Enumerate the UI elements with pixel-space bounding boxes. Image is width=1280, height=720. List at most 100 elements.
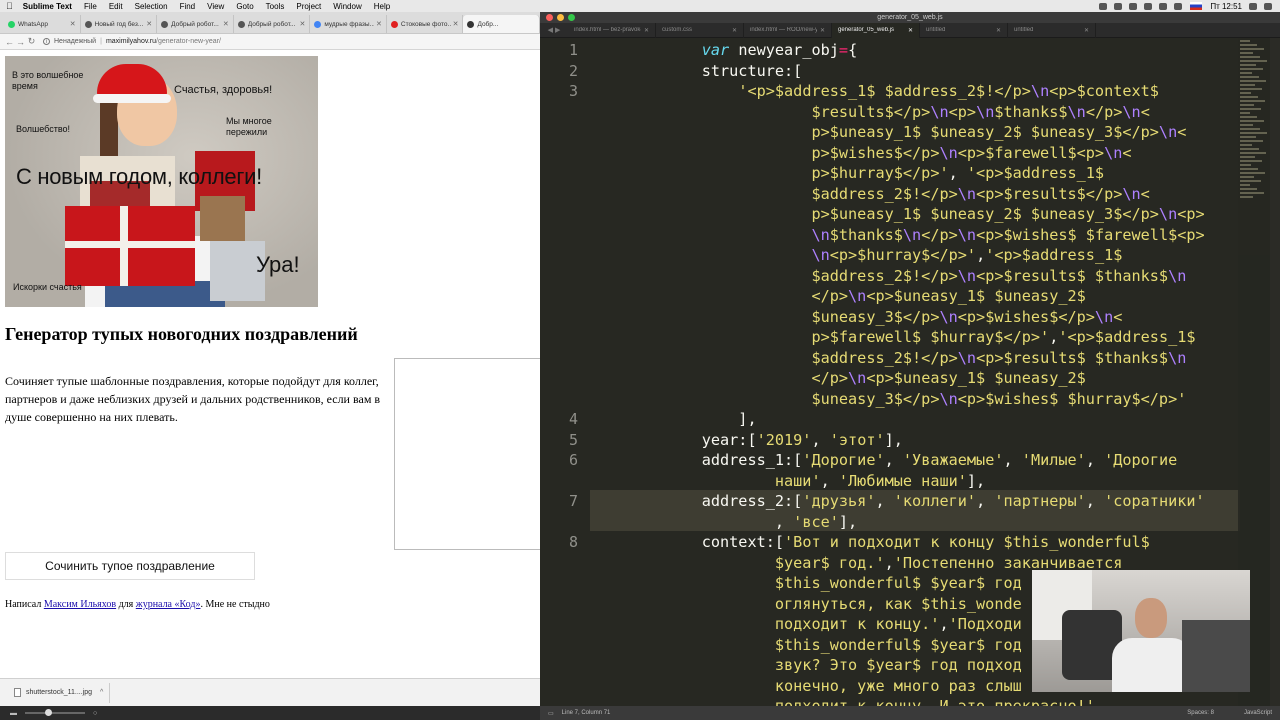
editor-tab-untitled-1[interactable]: untitled ✕ (920, 22, 1008, 38)
battery-icon[interactable] (1174, 2, 1183, 10)
info-icon[interactable]: i (43, 38, 50, 45)
editor-tab-custom-css[interactable]: custom.css ✕ (656, 22, 744, 38)
code-line[interactable]: p>$uneasy_1$ $uneasy_2$ $uneasy_3$</p>\n… (592, 204, 1252, 225)
tab-nav-arrows-icon[interactable]: ◀ ▶ (540, 26, 568, 34)
code-line[interactable]: year:['2019', 'этот'], (592, 430, 1252, 451)
zoom-window-icon[interactable] (568, 14, 575, 21)
code-line[interactable]: \n<p>$hurray$</p>','<p>$address_1$ (592, 245, 1252, 266)
close-icon[interactable]: ✕ (996, 27, 1001, 34)
zoom-out-icon[interactable]: ▬ (10, 710, 17, 717)
close-icon[interactable]: ✕ (732, 27, 737, 34)
chevron-up-icon[interactable]: ^ (100, 689, 103, 696)
code-line[interactable]: '<p>$address_1$ $address_2$!</p>\n<p>$co… (592, 81, 1252, 102)
code-line[interactable]: </p>\n<p>$uneasy_1$ $uneasy_2$ (592, 368, 1252, 389)
code-line[interactable]: $address_2$!</p>\n<p>$results$ $thanks$\… (592, 266, 1252, 287)
journal-link[interactable]: журнала «Код» (136, 599, 201, 610)
code-line[interactable]: p>$uneasy_1$ $uneasy_2$ $uneasy_3$</p>\n… (592, 122, 1252, 143)
close-icon[interactable]: ✕ (299, 20, 305, 28)
author-link[interactable]: Максим Ильяхов (44, 599, 116, 610)
code-line[interactable]: p>$farewell$ $hurray$</p>','<p>$address_… (592, 327, 1252, 348)
close-icon[interactable]: ✕ (820, 27, 825, 34)
minimap-line (1240, 184, 1250, 186)
editor-tab-index-bundle[interactable]: index.html — bez-pravok-bundle/clients-s… (568, 22, 656, 38)
code-line[interactable]: ], (592, 409, 1252, 430)
code-line[interactable]: structure:[ (592, 61, 1252, 82)
editor-tab-generator-js[interactable]: generator_05_web.js ✕ (832, 22, 920, 38)
url-host[interactable]: maximilyahov.ru (106, 38, 156, 45)
code-line[interactable]: , 'все'], (592, 512, 1252, 533)
code-line[interactable]: address_1:['Дорогие', 'Уважаемые', 'Милы… (592, 450, 1252, 471)
close-icon[interactable]: ✕ (146, 20, 152, 28)
bluetooth-icon[interactable] (1129, 2, 1138, 10)
close-icon[interactable]: ✕ (223, 20, 229, 28)
code-line[interactable]: $uneasy_3$</p>\n<p>$wishes$ $hurray$</p>… (592, 389, 1252, 410)
code-line[interactable]: </p>\n<p>$uneasy_1$ $uneasy_2$ (592, 286, 1252, 307)
menu-window[interactable]: Window (333, 2, 361, 11)
apple-icon[interactable]:  (6, 1, 13, 11)
menu-selection[interactable]: Selection (135, 2, 168, 11)
forward-icon[interactable]: → (15, 37, 26, 47)
reload-icon[interactable]: ↻ (26, 36, 37, 47)
notification-center-icon[interactable] (1264, 2, 1272, 10)
tab-favicon-icon (390, 20, 398, 28)
status-panel-icon[interactable]: ▭ (548, 710, 554, 717)
close-icon[interactable]: ✕ (376, 20, 382, 28)
wifi-icon[interactable] (1144, 2, 1153, 10)
menu-help[interactable]: Help (374, 2, 390, 11)
code-token: $this_wonderful$ $year$ год (774, 635, 1022, 654)
code-line[interactable]: $results$</p>\n<p>\n$thanks$\n</p>\n< (592, 102, 1252, 123)
menu-edit[interactable]: Edit (109, 2, 123, 11)
close-icon[interactable]: ✕ (1084, 27, 1089, 34)
code-token: '<p>$address_1$ $address_2$!</p> (738, 82, 1031, 100)
code-line[interactable]: p>$wishes$</p>\n<p>$farewell$<p>\n< (592, 143, 1252, 164)
menu-clock[interactable]: Пт 12:51 (1210, 2, 1242, 11)
menu-view[interactable]: View (207, 2, 224, 11)
menu-goto[interactable]: Goto (236, 2, 253, 11)
back-icon[interactable]: ← (4, 37, 15, 47)
code-line[interactable]: context:['Вот и подходит к концу $this_w… (592, 532, 1252, 553)
search-icon[interactable] (1249, 2, 1257, 10)
editor-tab-index-newyear[interactable]: index.html — ROO/new-year✕ (744, 22, 832, 38)
syntax-setting[interactable]: JavaScript (1244, 710, 1272, 716)
browser-tab-4[interactable]: Добрый робот... ✕ (234, 15, 311, 33)
browser-tab-5[interactable]: мудрые фразы... ✕ (310, 15, 387, 33)
browser-tab-whatsapp[interactable]: WhatsApp ✕ (4, 15, 81, 33)
code-line[interactable]: \n$thanks$\n</p>\n<p>$wishes$ $farewell$… (592, 225, 1252, 246)
indentation-setting[interactable]: Spaces: 8 (1187, 710, 1214, 716)
dropbox-icon[interactable] (1099, 2, 1108, 10)
browser-tab-6[interactable]: Стоковые фото... ✕ (387, 15, 464, 33)
download-item[interactable]: shutterstock_11....jpg ^ (8, 682, 111, 703)
close-icon[interactable]: ✕ (70, 20, 76, 28)
close-icon[interactable]: ✕ (908, 27, 913, 34)
security-label[interactable]: Ненадежный (54, 38, 96, 45)
slider-knob[interactable] (45, 709, 52, 716)
browser-tab-active[interactable]: Добр... (463, 15, 540, 33)
menu-file[interactable]: File (84, 2, 97, 11)
url-path[interactable]: /generator-new-year/ (156, 38, 221, 45)
code-line[interactable]: address_2:['друзья', 'коллеги', 'партнер… (592, 491, 1252, 512)
code-line[interactable]: p>$hurray$</p>', '<p>$address_1$ (592, 163, 1252, 184)
minimize-window-icon[interactable] (557, 14, 564, 21)
code-line[interactable]: $address_2$!</p>\n<p>$results$ $thanks$\… (592, 348, 1252, 369)
menu-project[interactable]: Project (296, 2, 321, 11)
volume-icon[interactable] (1159, 2, 1168, 10)
code-line[interactable]: наши', 'Любимые наши'], (592, 471, 1252, 492)
editor-tab-untitled-2[interactable]: untitled ✕ (1008, 22, 1096, 38)
menu-app-name[interactable]: Sublime Text (23, 2, 72, 11)
close-icon[interactable]: ✕ (644, 27, 649, 34)
keyboard-layout-flag-icon[interactable] (1190, 2, 1203, 10)
menu-tools[interactable]: Tools (266, 2, 285, 11)
zoom-search-icon[interactable]: ○ (93, 710, 97, 717)
scrollbar[interactable] (1270, 38, 1280, 708)
close-icon[interactable]: ✕ (453, 20, 459, 28)
code-line[interactable]: $uneasy_3$</p>\n<p>$wishes$</p>\n< (592, 307, 1252, 328)
menu-find[interactable]: Find (180, 2, 196, 11)
code-line[interactable]: $address_2$!</p>\n<p>$results$</p>\n< (592, 184, 1252, 205)
browser-tab-2[interactable]: Новый год без... ✕ (81, 15, 158, 33)
zoom-slider[interactable] (25, 709, 85, 716)
close-window-icon[interactable] (546, 14, 553, 21)
cloud-icon[interactable] (1114, 2, 1123, 10)
code-line[interactable]: var newyear_obj={ (592, 40, 1252, 61)
browser-tab-3[interactable]: Добрый робот... ✕ (157, 15, 234, 33)
generate-greeting-button[interactable]: Сочинить тупое поздравление (5, 552, 255, 580)
